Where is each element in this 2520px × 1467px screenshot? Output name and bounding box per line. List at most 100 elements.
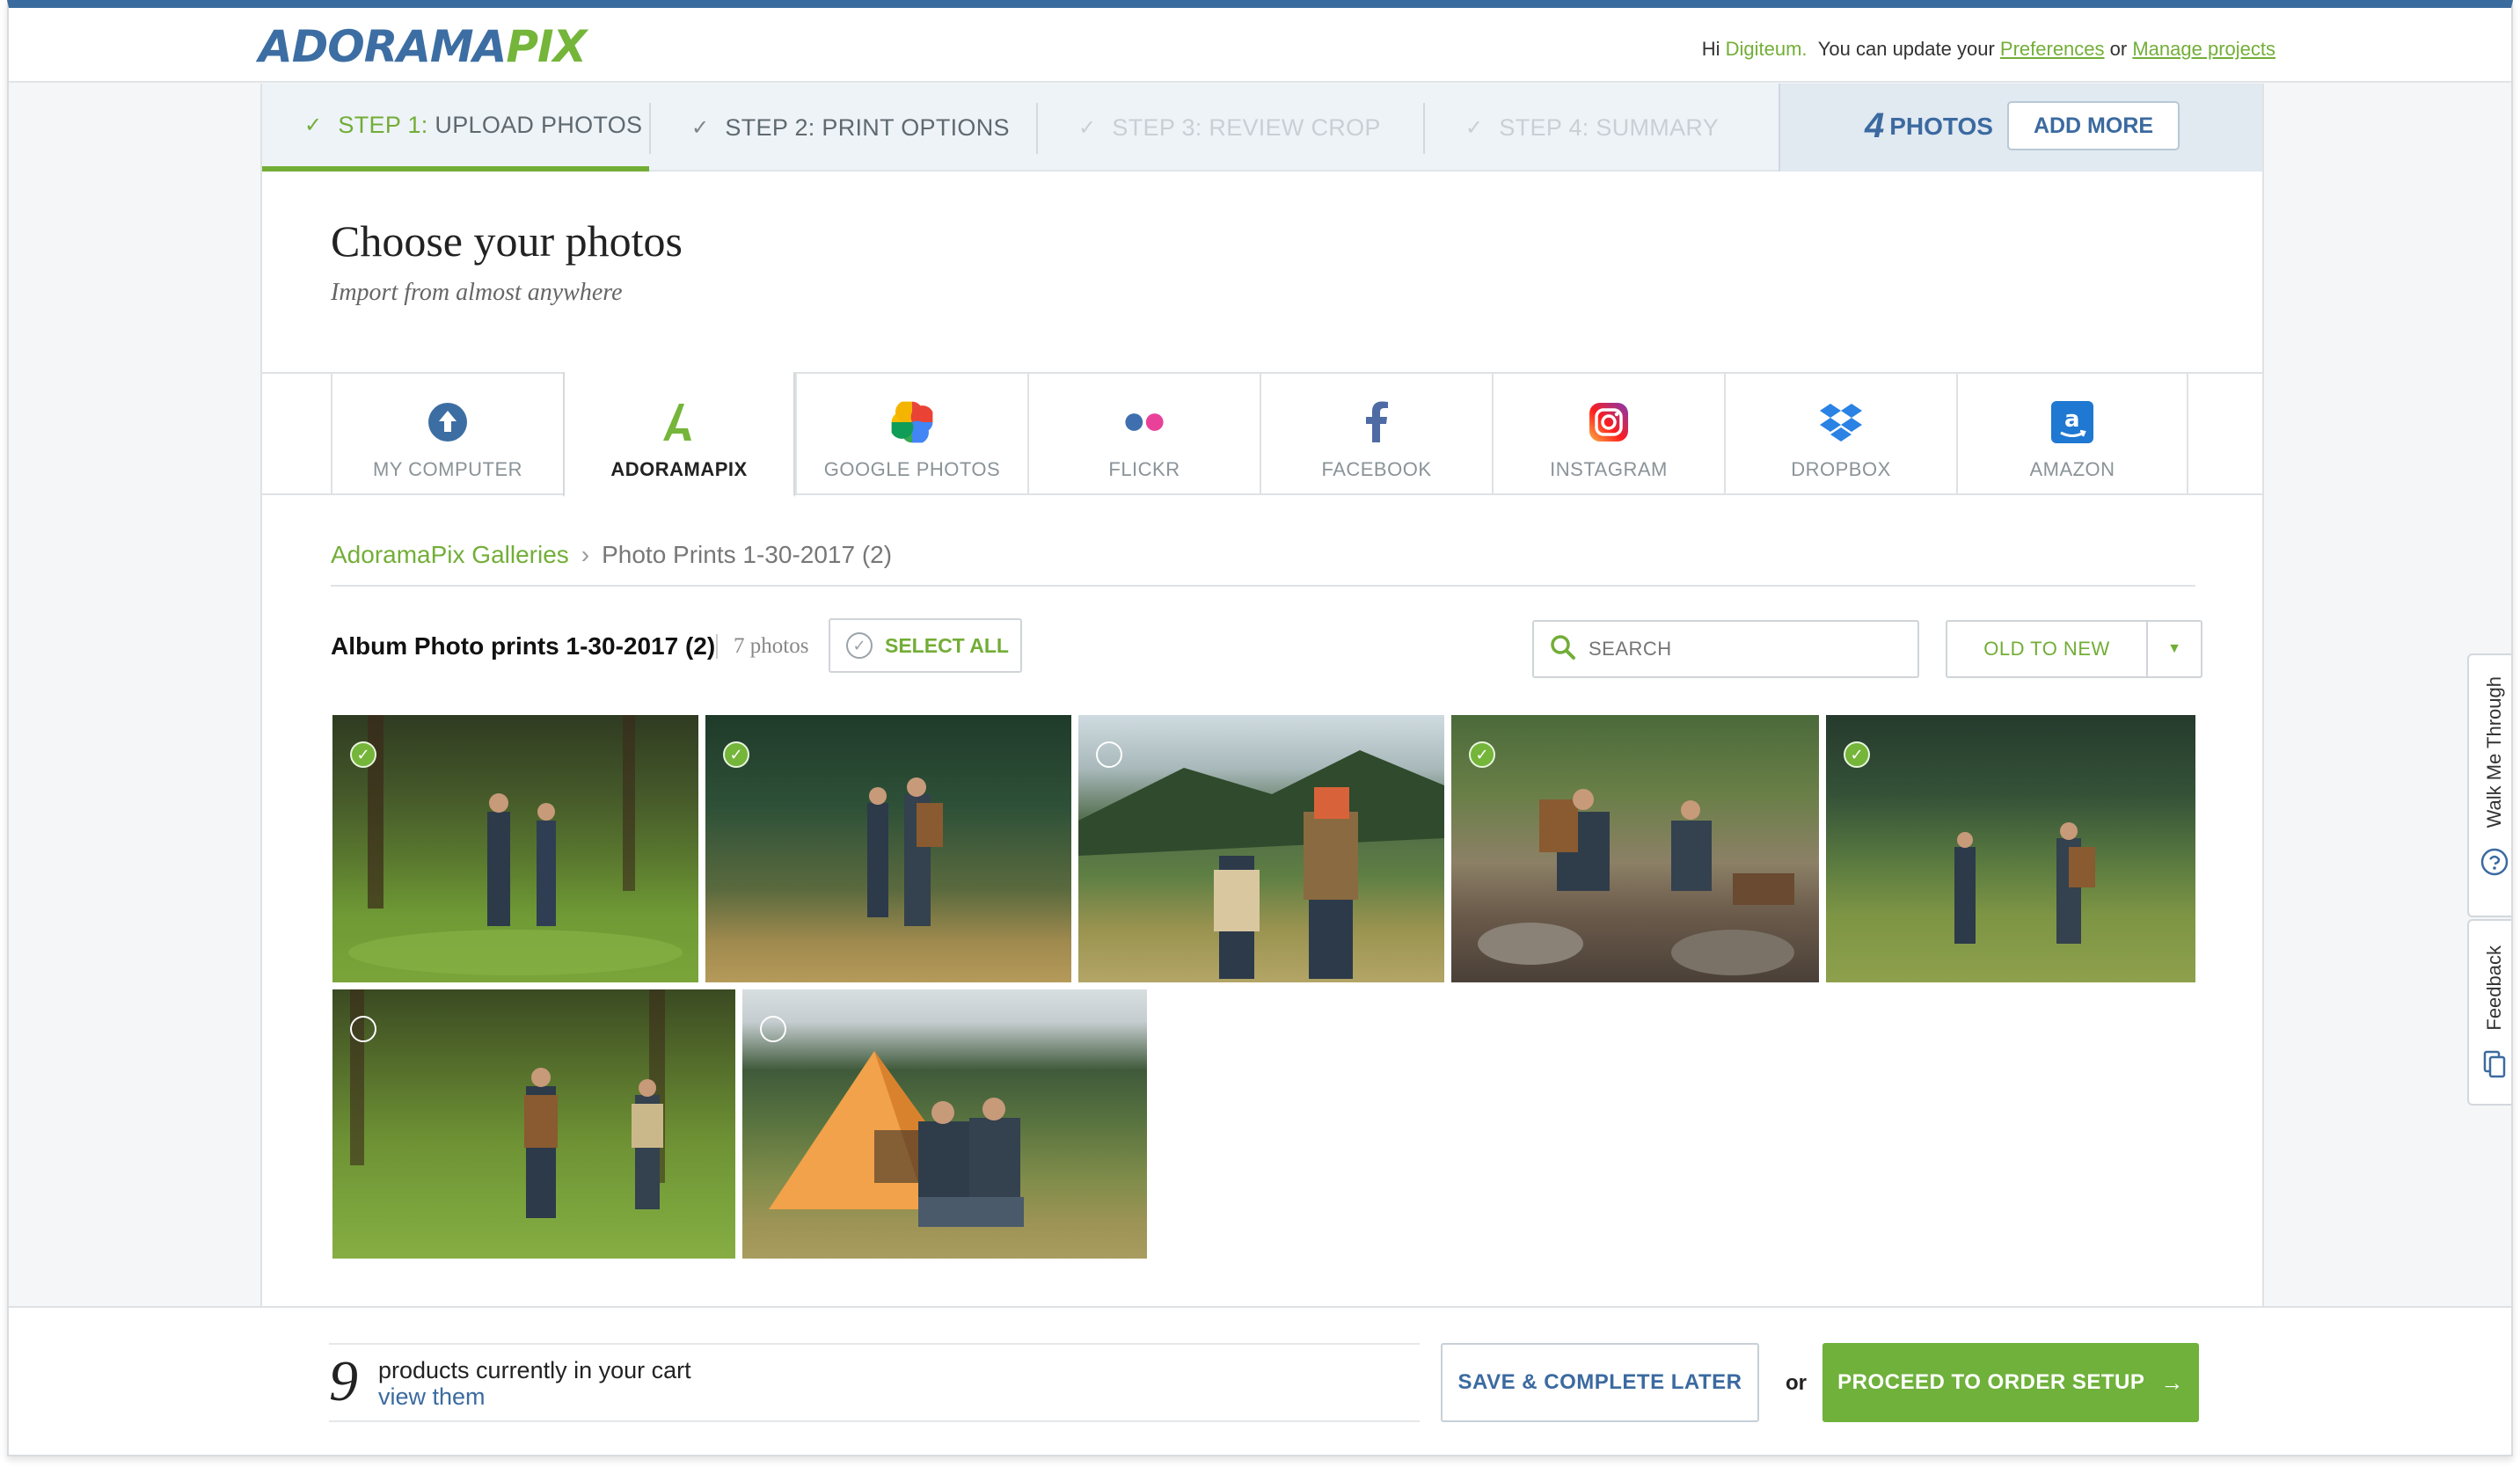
- selected-check-icon[interactable]: ✓: [723, 741, 749, 768]
- source-label: MY COMPUTER: [372, 458, 523, 480]
- selected-check-icon[interactable]: ✓: [1844, 741, 1870, 768]
- source-label: GOOGLE PHOTOS: [823, 458, 1001, 480]
- photo-count-panel: 4 PHOTOS ADD MORE: [1779, 84, 2262, 172]
- photo-thumbnail[interactable]: [332, 989, 735, 1259]
- facebook-icon: [1353, 398, 1400, 446]
- amazon-icon: a: [2049, 398, 2096, 446]
- instagram-icon: [1585, 398, 1633, 446]
- source-label: INSTAGRAM: [1550, 458, 1668, 480]
- step-label: SUMMARY: [1596, 113, 1720, 141]
- step-prefix: STEP 3:: [1112, 113, 1202, 141]
- add-more-button[interactable]: ADD MORE: [2007, 101, 2180, 150]
- step-4-summary: ✓ STEP 4: SUMMARY: [1423, 84, 1810, 172]
- page-title: Choose your photos: [331, 216, 683, 266]
- manage-projects-link[interactable]: Manage projects: [2132, 38, 2275, 60]
- source-label: FACEBOOK: [1321, 458, 1432, 480]
- cart-summary: 9 products currently in your cart view t…: [329, 1343, 1420, 1422]
- sort-selected-value[interactable]: OLD TO NEW: [1947, 622, 2148, 676]
- step-prefix: STEP 4:: [1499, 113, 1589, 141]
- adoramapix-icon: [655, 398, 703, 446]
- breadcrumb-current: Photo Prints 1-30-2017 (2): [602, 541, 893, 568]
- source-label: ADORAMAPIX: [610, 458, 748, 480]
- step-2-print-options[interactable]: ✓ STEP 2: PRINT OPTIONS: [649, 84, 1036, 172]
- step-prefix: STEP 2:: [725, 113, 815, 141]
- select-all-label: SELECT ALL: [885, 633, 1009, 657]
- breadcrumb-root-link[interactable]: AdoramaPix Galleries: [331, 541, 569, 568]
- photo-thumbnail[interactable]: ✓: [1451, 715, 1819, 982]
- step-progress: ✓ STEP 1: UPLOAD PHOTOS ✓ STEP 2: PRINT …: [262, 84, 2262, 172]
- sort-dropdown[interactable]: OLD TO NEW ▼: [1946, 620, 2202, 678]
- chevron-right-icon: ›: [581, 541, 590, 568]
- step-label: UPLOAD PHOTOS: [435, 111, 643, 138]
- check-icon: ✓: [1465, 115, 1484, 140]
- selected-check-icon[interactable]: ✓: [350, 741, 376, 768]
- google-photos-icon: [888, 398, 936, 446]
- walk-me-through-tab[interactable]: Walk Me Through: [2467, 653, 2511, 917]
- source-tab-dropbox[interactable]: DROPBOX: [1724, 372, 1956, 495]
- source-tab-flickr[interactable]: FLICKR: [1027, 372, 1260, 495]
- adoramapix-logo[interactable]: ADORAMAPIX: [259, 20, 587, 73]
- unselected-circle-icon[interactable]: [350, 1016, 376, 1042]
- source-tab-instagram[interactable]: INSTAGRAM: [1492, 372, 1724, 495]
- walk-me-label: Walk Me Through: [2483, 676, 2505, 828]
- feedback-icon: [2481, 1048, 2508, 1083]
- source-label: FLICKR: [1108, 458, 1180, 480]
- cart-count: 9: [329, 1349, 358, 1413]
- flickr-icon: [1121, 398, 1168, 446]
- selected-check-icon[interactable]: ✓: [1469, 741, 1495, 768]
- app-window: ADORAMAPIX Hi Digiteum. You can update y…: [7, 0, 2513, 1456]
- source-tab-adoramapix[interactable]: ADORAMAPIX: [563, 372, 795, 497]
- photo-thumbnail[interactable]: ✓: [705, 715, 1071, 982]
- step-label: PRINT OPTIONS: [822, 113, 1010, 141]
- select-all-button[interactable]: ✓ SELECT ALL: [829, 618, 1022, 673]
- step-label: REVIEW CROP: [1209, 113, 1381, 141]
- source-tab-facebook[interactable]: FACEBOOK: [1260, 372, 1492, 495]
- unselected-circle-icon[interactable]: [760, 1016, 786, 1042]
- main-panel: ✓ STEP 1: UPLOAD PHOTOS ✓ STEP 2: PRINT …: [260, 84, 2264, 1306]
- feedback-tab[interactable]: Feedback: [2467, 919, 2511, 1106]
- chevron-down-icon[interactable]: ▼: [2148, 622, 2201, 676]
- check-circle-icon: ✓: [846, 632, 873, 659]
- check-icon: ✓: [1078, 115, 1097, 140]
- top-bar: ADORAMAPIX Hi Digiteum. You can update y…: [9, 8, 2511, 83]
- preferences-link[interactable]: Preferences: [2000, 38, 2105, 60]
- svg-text:a: a: [2064, 406, 2080, 433]
- photo-thumbnail[interactable]: [742, 989, 1147, 1259]
- selected-photo-count: 4 PHOTOS: [1865, 106, 1993, 145]
- source-tab-google-photos[interactable]: GOOGLE PHOTOS: [795, 372, 1027, 495]
- search-icon: [1550, 634, 1576, 665]
- check-icon: ✓: [304, 113, 323, 137]
- proceed-to-order-setup-button[interactable]: PROCEED TO ORDER SETUP →: [1822, 1343, 2199, 1422]
- source-tab-my-computer[interactable]: MY COMPUTER: [331, 372, 563, 495]
- search-input[interactable]: [1589, 638, 1888, 661]
- photo-thumbnail[interactable]: ✓: [1826, 715, 2195, 982]
- page-subtitle: Import from almost anywhere: [331, 279, 623, 306]
- unselected-circle-icon[interactable]: [1096, 741, 1122, 768]
- source-label: AMAZON: [2029, 458, 2115, 480]
- user-greeting: Hi Digiteum. You can update your Prefere…: [1702, 38, 2275, 61]
- view-cart-link[interactable]: view them: [378, 1383, 486, 1411]
- step-3-review-crop: ✓ STEP 3: REVIEW CROP: [1036, 84, 1423, 172]
- divider: [331, 585, 2195, 587]
- save-complete-later-button[interactable]: SAVE & COMPLETE LATER: [1441, 1343, 1759, 1422]
- proceed-label: PROCEED TO ORDER SETUP: [1837, 1370, 2145, 1394]
- photo-thumbnail[interactable]: ✓: [332, 715, 698, 982]
- album-photo-count: 7 photos: [716, 634, 808, 659]
- source-label: DROPBOX: [1791, 458, 1891, 480]
- or-text: or: [1786, 1371, 1807, 1395]
- cart-text: products currently in your cart: [378, 1357, 691, 1383]
- user-name: Digiteum.: [1725, 38, 1808, 60]
- step-prefix: STEP 1:: [338, 111, 428, 138]
- dropbox-icon: [1817, 398, 1865, 446]
- photo-thumbnail[interactable]: [1078, 715, 1444, 982]
- footer-bar: 9 products currently in your cart view t…: [9, 1306, 2511, 1455]
- step-1-upload-photos[interactable]: ✓ STEP 1: UPLOAD PHOTOS: [262, 84, 649, 172]
- update-text: You can update your: [1817, 38, 1995, 60]
- feedback-label: Feedback: [2483, 945, 2505, 1031]
- check-icon: ✓: [691, 115, 710, 140]
- greeting-prefix: Hi: [1701, 38, 1720, 60]
- album-title: Album Photo prints 1-30-2017 (2): [331, 632, 716, 660]
- search-box[interactable]: [1532, 620, 1919, 678]
- source-tab-amazon[interactable]: a AMAZON: [1956, 372, 2188, 495]
- or-text: or: [2109, 38, 2128, 60]
